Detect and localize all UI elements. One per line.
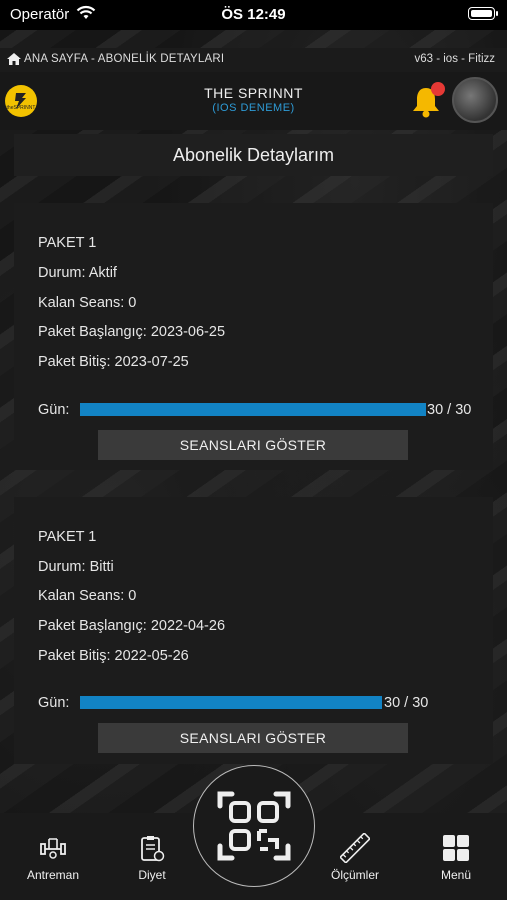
day-label: Gün:: [38, 402, 70, 418]
app-header: theSPRINNT THE SPRINNT (IOS DENEME): [0, 72, 507, 130]
day-progress-bar: [80, 696, 382, 709]
nav-measurements[interactable]: Ölçümler: [320, 832, 390, 882]
nav-diet[interactable]: Diyet: [121, 833, 183, 882]
show-sessions-button[interactable]: SEANSLARI GÖSTER: [98, 430, 408, 460]
page-title: Abonelik Detaylarım: [172, 145, 335, 165]
nav-diet-label: Diyet: [138, 868, 166, 882]
version-label: v63 - ios - Fitizz: [414, 53, 495, 65]
day-value: 30 / 30: [384, 695, 429, 711]
qr-scan-button[interactable]: [193, 765, 315, 887]
package-status: Durum: Bitti: [38, 559, 114, 575]
package-name: PAKET 1: [38, 235, 97, 251]
package-end: Paket Bitiş: 2022-05-26: [38, 648, 189, 664]
nav-menu-label: Menü: [440, 868, 472, 882]
clipboard-icon: [141, 836, 165, 862]
show-sessions-button[interactable]: SEANSLARI GÖSTER: [98, 723, 408, 753]
day-value: 30 / 30: [427, 402, 472, 418]
notification-badge: [431, 82, 445, 96]
package-end: Paket Bitiş: 2023-07-25: [38, 354, 189, 370]
day-label: Gün:: [38, 695, 70, 711]
package-card: PAKET 1 Durum: Aktif Kalan Seans: 0 Pake…: [14, 203, 493, 470]
qr-code-icon: [217, 791, 291, 861]
breadcrumb-path[interactable]: ANA SAYFA - ABONELİK DETAYLARI: [24, 53, 224, 65]
package-name: PAKET 1: [38, 529, 97, 545]
grid-icon: [443, 835, 469, 861]
dumbbell-icon: [40, 838, 66, 859]
ruler-icon: [339, 832, 371, 864]
avatar[interactable]: [452, 77, 498, 123]
nav-training-label: Antreman: [26, 868, 80, 882]
nav-training[interactable]: Antreman: [18, 833, 88, 882]
breadcrumb: ANA SAYFA - ABONELİK DETAYLARI v63 - ios…: [0, 48, 507, 72]
nav-menu[interactable]: Menü: [425, 833, 487, 882]
package-start: Paket Başlangıç: 2022-04-26: [38, 618, 226, 634]
package-start: Paket Başlangıç: 2023-06-25: [38, 324, 226, 340]
package-card: PAKET 1 Durum: Bitti Kalan Seans: 0 Pake…: [14, 497, 493, 764]
page-title-bar: Abonelik Detaylarım: [14, 134, 493, 176]
day-progress-bar: [80, 403, 426, 416]
package-remaining: Kalan Seans: 0: [38, 295, 137, 311]
package-status: Durum: Aktif: [38, 265, 117, 281]
package-remaining: Kalan Seans: 0: [38, 588, 137, 604]
clock: ÖS 12:49: [221, 6, 286, 23]
home-icon[interactable]: [6, 52, 22, 71]
nav-measurements-label: Ölçümler: [330, 868, 379, 882]
status-bar: Operatör ÖS 12:49: [0, 0, 507, 30]
battery-icon: [468, 7, 498, 20]
